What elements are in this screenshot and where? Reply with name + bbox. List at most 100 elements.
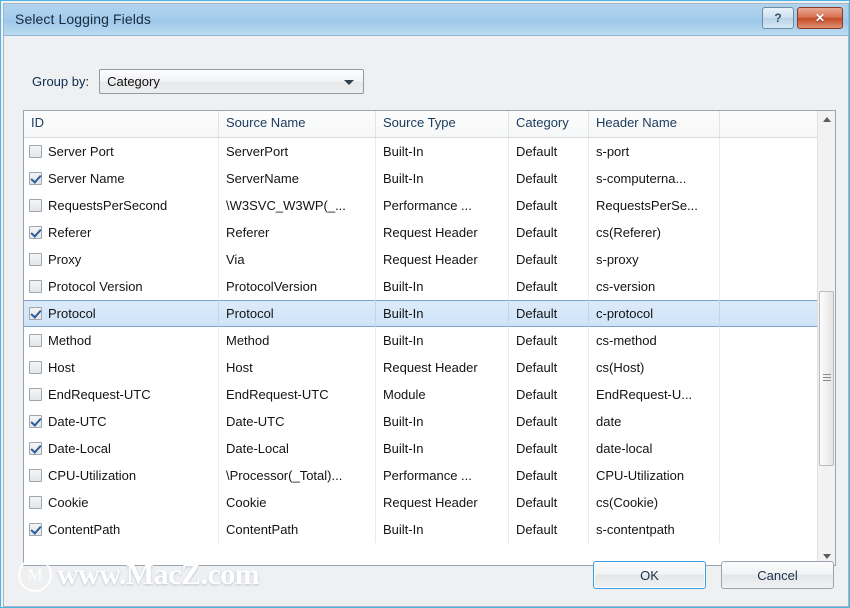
group-by-select[interactable]: Category [99, 69, 365, 94]
cell-id: Protocol [24, 300, 219, 327]
cell-source-type: Request Header [376, 219, 509, 246]
table-row[interactable]: RequestsPerSecond \W3SVC_W3WP(_... Perform… [24, 192, 819, 219]
checkbox-unchecked-icon[interactable] [29, 145, 42, 158]
table-row[interactable]: Server Port ServerPort Built-In Default s-po… [24, 138, 819, 165]
scroll-up-button[interactable] [818, 111, 835, 128]
cell-source-type: Built-In [376, 138, 509, 165]
column-header-category[interactable]: Category [509, 111, 589, 137]
table-row[interactable]: Cookie Cookie Request Header Default cs(Cook… [24, 489, 819, 516]
title-bar[interactable]: Select Logging Fields ? ✕ [4, 4, 848, 36]
cell-blank [720, 138, 801, 165]
cell-blank [720, 408, 801, 435]
scrollbar-thumb[interactable] [819, 291, 834, 466]
table-row[interactable]: Referer Referer Request Header Default cs(Re… [24, 219, 819, 246]
cell-source-type: Module [376, 381, 509, 408]
row-id-label: Proxy [48, 252, 82, 267]
cell-header-name: date-local [589, 435, 720, 462]
cell-header-name: s-computerna... [589, 165, 720, 192]
cell-blank [720, 219, 801, 246]
table-row[interactable]: CPU-Utilization \Processor(_Total)... Perf… [24, 462, 819, 489]
checkbox-checked-icon[interactable] [29, 226, 42, 239]
group-by-label: Group by: [32, 74, 90, 89]
row-id-label: Host [48, 360, 75, 375]
cell-source-name: EndRequest-UTC [219, 381, 376, 408]
cell-blank [720, 246, 801, 273]
table-row[interactable]: Server Name ServerName Built-In Default s-co… [24, 165, 819, 192]
cell-source-type: Built-In [376, 300, 509, 327]
table-row[interactable]: Date-UTC Date-UTC Built-In Default date [24, 408, 819, 435]
checkbox-checked-icon[interactable] [29, 172, 42, 185]
checkbox-unchecked-icon[interactable] [29, 280, 42, 293]
cell-source-type: Performance ... [376, 462, 509, 489]
cell-header-name: s-port [589, 138, 720, 165]
row-id-label: Referer [48, 225, 92, 240]
table-row[interactable]: EndRequest-UTC EndRequest-UTC Module Defaul… [24, 381, 819, 408]
row-id-label: Protocol [48, 306, 96, 321]
cancel-button[interactable]: Cancel [721, 561, 834, 589]
logging-fields-list[interactable]: ID Source Name Source Type Category Head… [23, 110, 836, 566]
cell-id: Date-UTC [24, 408, 219, 435]
ok-button[interactable]: OK [593, 561, 706, 589]
table-row[interactable]: Host Host Request Header Default cs(Host) [24, 354, 819, 381]
column-header-source-type[interactable]: Source Type [376, 111, 509, 137]
table-row[interactable]: Protocol Version ProtocolVersion Built-In D… [24, 273, 819, 300]
checkbox-unchecked-icon[interactable] [29, 361, 42, 374]
cell-header-name: EndRequest-U... [589, 381, 720, 408]
cell-source-name: Host [219, 354, 376, 381]
cell-id: Referer [24, 219, 219, 246]
row-id-label: RequestsPerSecond [48, 198, 168, 213]
cell-source-name: Referer [219, 219, 376, 246]
checkbox-unchecked-icon[interactable] [29, 469, 42, 482]
table-row[interactable]: Protocol Protocol Built-In Default c-protoco… [24, 300, 819, 327]
cell-id: EndRequest-UTC [24, 381, 219, 408]
cell-category: Default [509, 165, 589, 192]
cell-category: Default [509, 354, 589, 381]
checkbox-checked-icon[interactable] [29, 307, 42, 320]
checkbox-checked-icon[interactable] [29, 523, 42, 536]
checkbox-unchecked-icon[interactable] [29, 388, 42, 401]
cell-category: Default [509, 489, 589, 516]
table-row[interactable]: Method Method Built-In Default cs-method [24, 327, 819, 354]
cell-source-type: Performance ... [376, 192, 509, 219]
cell-id: Host [24, 354, 219, 381]
dialog-window-inner: Select Logging Fields ? ✕ Group by: Cate… [3, 3, 849, 607]
cell-header-name: cs-version [589, 273, 720, 300]
cell-source-type: Built-In [376, 327, 509, 354]
checkbox-checked-icon[interactable] [29, 442, 42, 455]
cell-id: Proxy [24, 246, 219, 273]
column-header-blank[interactable] [720, 111, 819, 137]
cell-category: Default [509, 516, 589, 543]
table-row[interactable]: ContentPath ContentPath Built-In Default s-c… [24, 516, 819, 543]
list-scrollbar[interactable] [817, 111, 835, 565]
dialog-window: Select Logging Fields ? ✕ Group by: Cate… [0, 0, 850, 608]
cell-category: Default [509, 246, 589, 273]
help-button[interactable]: ? [762, 7, 794, 29]
cell-source-type: Request Header [376, 489, 509, 516]
row-id-label: CPU-Utilization [48, 468, 137, 483]
row-id-label: Date-Local [48, 441, 111, 456]
cell-category: Default [509, 462, 589, 489]
cell-source-name: Method [219, 327, 376, 354]
cell-source-name: ContentPath [219, 516, 376, 543]
checkbox-unchecked-icon[interactable] [29, 253, 42, 266]
column-header-source-name[interactable]: Source Name [219, 111, 376, 137]
cell-source-name: Via [219, 246, 376, 273]
cell-id: Method [24, 327, 219, 354]
list-header-row: ID Source Name Source Type Category Head… [24, 111, 835, 138]
table-row[interactable]: Proxy Via Request Header Default s-proxy [24, 246, 819, 273]
checkbox-checked-icon[interactable] [29, 415, 42, 428]
close-button[interactable]: ✕ [797, 7, 843, 29]
cell-source-type: Built-In [376, 408, 509, 435]
table-row[interactable]: Date-Local Date-Local Built-In Default date-… [24, 435, 819, 462]
column-header-header-name[interactable]: Header Name [589, 111, 720, 137]
checkbox-unchecked-icon[interactable] [29, 199, 42, 212]
cell-blank [720, 516, 801, 543]
column-header-id[interactable]: ID [24, 111, 219, 137]
cell-header-name: date [589, 408, 720, 435]
checkbox-unchecked-icon[interactable] [29, 496, 42, 509]
cell-header-name: cs(Host) [589, 354, 720, 381]
row-id-label: Date-UTC [48, 414, 107, 429]
checkbox-unchecked-icon[interactable] [29, 334, 42, 347]
cell-header-name: cs(Referer) [589, 219, 720, 246]
list-rows: Server Port ServerPort Built-In Default s-po… [24, 138, 819, 543]
